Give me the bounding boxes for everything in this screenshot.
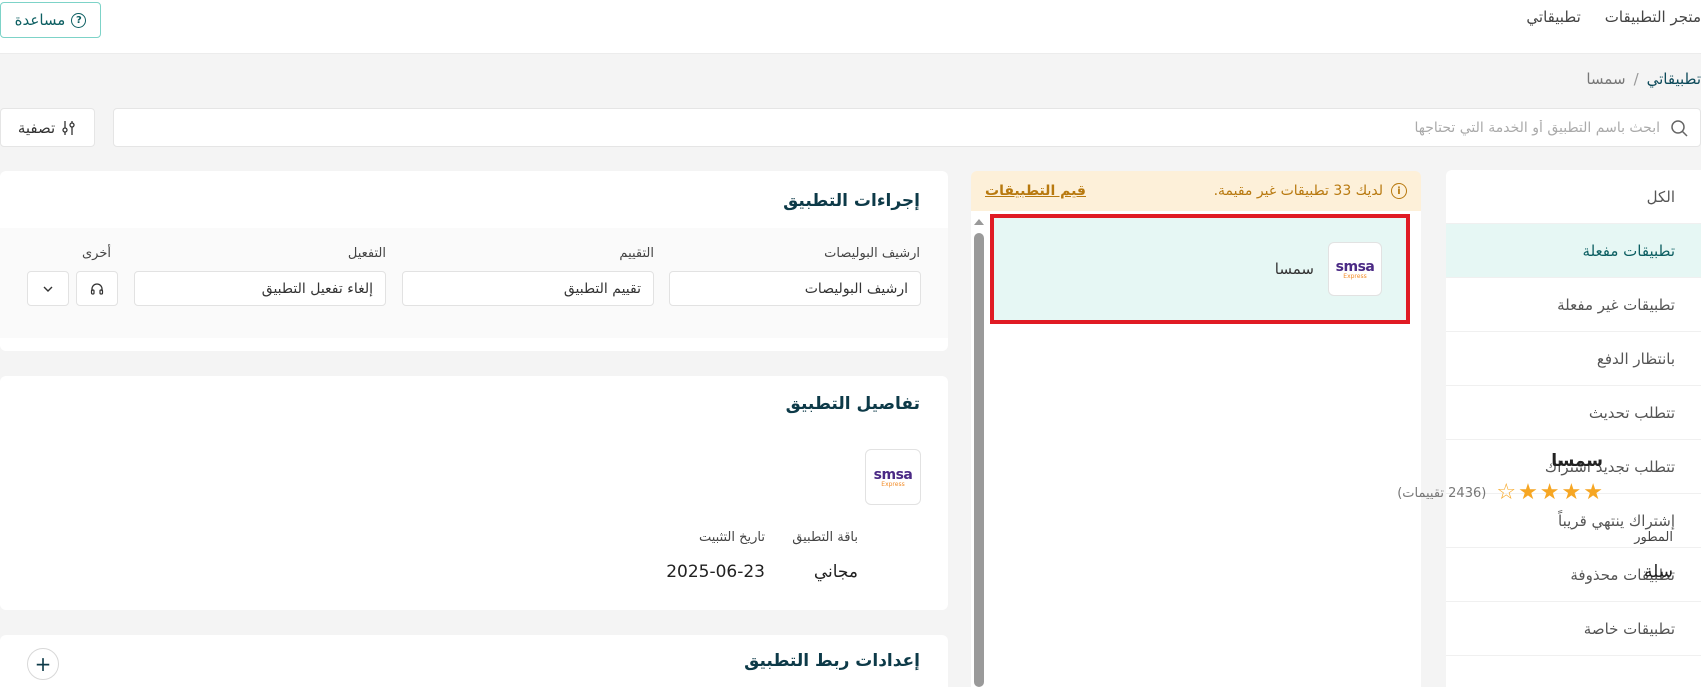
star-filled-icon: ★ [1518, 480, 1538, 505]
info-icon: i [1391, 183, 1407, 199]
other-label: أخرى [82, 246, 111, 261]
breadcrumb-separator: / [1633, 70, 1639, 88]
link-settings-card: إعدادات ربط التطبيق + [0, 635, 948, 687]
sidebar-item-needs-update[interactable]: تتطلب تحديث [1446, 386, 1701, 440]
plan-value: مجاني [813, 562, 858, 582]
sidebar: الكل تطبيقات مفعلة تطبيقات غير مفعلة بان… [1446, 170, 1701, 687]
top-bar: متجر التطبيقات تطبيقاتي ? مساعدة [0, 0, 1701, 54]
nav-app-store[interactable]: متجر التطبيقات [1605, 8, 1701, 26]
filter-button[interactable]: تصفية [0, 108, 95, 147]
app-list-scrollbar[interactable] [971, 211, 986, 687]
actions-title: إجراءات التطبيق [783, 191, 920, 211]
rating-count: (2436 تقييمات) [1397, 485, 1487, 501]
breadcrumb-root[interactable]: تطبيقاتي [1647, 70, 1701, 88]
rating-label: التقييم [619, 246, 654, 261]
more-dropdown[interactable] [27, 271, 69, 306]
headset-icon [90, 282, 104, 295]
star-filled-icon: ★ [1539, 480, 1560, 505]
archive-button[interactable]: ارشيف البوليصات [669, 271, 921, 306]
unrated-notice: i لديك 33 تطبيقات غير مقيمة. قيم التطبيق… [971, 171, 1421, 211]
rating-stars: ★ ★ ★ ★ ☆ (2436 تقييمات) [1397, 482, 1603, 504]
details-logo-sub: Express [881, 480, 905, 488]
app-logo-sub: Express [1343, 272, 1367, 280]
sliders-icon [62, 120, 75, 135]
search-bar [113, 108, 1701, 147]
rate-apps-link[interactable]: قيم التطبيقات [985, 183, 1086, 199]
star-filled-icon: ★ [1583, 480, 1603, 505]
app-logo: smsa Express [1328, 242, 1382, 296]
actions-fields: ارشيف البوليصات ارشيف البوليصات التقييم … [0, 228, 948, 338]
chevron-down-icon [43, 286, 53, 292]
filter-label: تصفية [17, 118, 56, 137]
plan-label: باقة التطبيق [792, 530, 858, 545]
details-app-logo: smsa Express [865, 449, 921, 505]
developer-value: سلة [1644, 562, 1673, 582]
breadcrumb: تطبيقاتي / سمسا [1586, 70, 1701, 88]
notice-message: لديك 33 تطبيقات غير مقيمة. [1213, 183, 1383, 199]
rate-app-button[interactable]: تقييم التطبيق [402, 271, 654, 306]
question-icon: ? [71, 12, 87, 28]
details-title: تفاصيل التطبيق [785, 394, 920, 414]
help-button[interactable]: ? مساعدة [0, 2, 101, 38]
scroll-thumb[interactable] [974, 233, 984, 687]
app-list: smsa Express سمسا [986, 211, 1421, 687]
support-button[interactable] [76, 271, 118, 306]
breadcrumb-current: سمسا [1586, 70, 1626, 88]
archive-label: ارشيف البوليصات [824, 246, 920, 261]
activation-label: التفعيل [347, 246, 386, 261]
nav-my-apps[interactable]: تطبيقاتي [1526, 8, 1580, 26]
deactivate-app-button[interactable]: إلغاء تفعيل التطبيق [134, 271, 386, 306]
star-empty-icon: ☆ [1496, 480, 1517, 505]
sidebar-item-pending-payment[interactable]: بانتظار الدفع [1446, 332, 1701, 386]
star-filled-icon: ★ [1561, 480, 1582, 505]
sidebar-item-private-apps[interactable]: تطبيقات خاصة [1446, 602, 1701, 656]
top-nav: متجر التطبيقات تطبيقاتي [1526, 8, 1701, 26]
list-item[interactable]: smsa Express سمسا [990, 214, 1410, 324]
app-actions-card: إجراءات التطبيق ارشيف البوليصات ارشيف ال… [0, 171, 948, 351]
sidebar-item-all[interactable]: الكل [1446, 170, 1701, 224]
app-details-card: تفاصيل التطبيق smsa Express [0, 376, 948, 610]
developer-label: المطور [1634, 530, 1673, 545]
plus-icon: + [34, 652, 52, 676]
sidebar-item-inactive-apps[interactable]: تطبيقات غير مفعلة [1446, 278, 1701, 332]
link-settings-title: إعدادات ربط التطبيق [744, 651, 920, 671]
details-app-name: سمسا [1551, 451, 1603, 471]
expand-link-settings-button[interactable]: + [27, 648, 59, 680]
search-icon [1671, 119, 1688, 137]
search-input[interactable] [260, 119, 1660, 136]
app-name: سمسا [1274, 260, 1314, 278]
install-date-label: تاريخ التثبيت [698, 530, 765, 545]
sidebar-item-active-apps[interactable]: تطبيقات مفعلة [1446, 224, 1701, 278]
install-date-value: 2025-06-23 [666, 562, 765, 582]
scroll-up-arrow-icon[interactable] [974, 219, 984, 225]
help-label: مساعدة [14, 11, 66, 29]
